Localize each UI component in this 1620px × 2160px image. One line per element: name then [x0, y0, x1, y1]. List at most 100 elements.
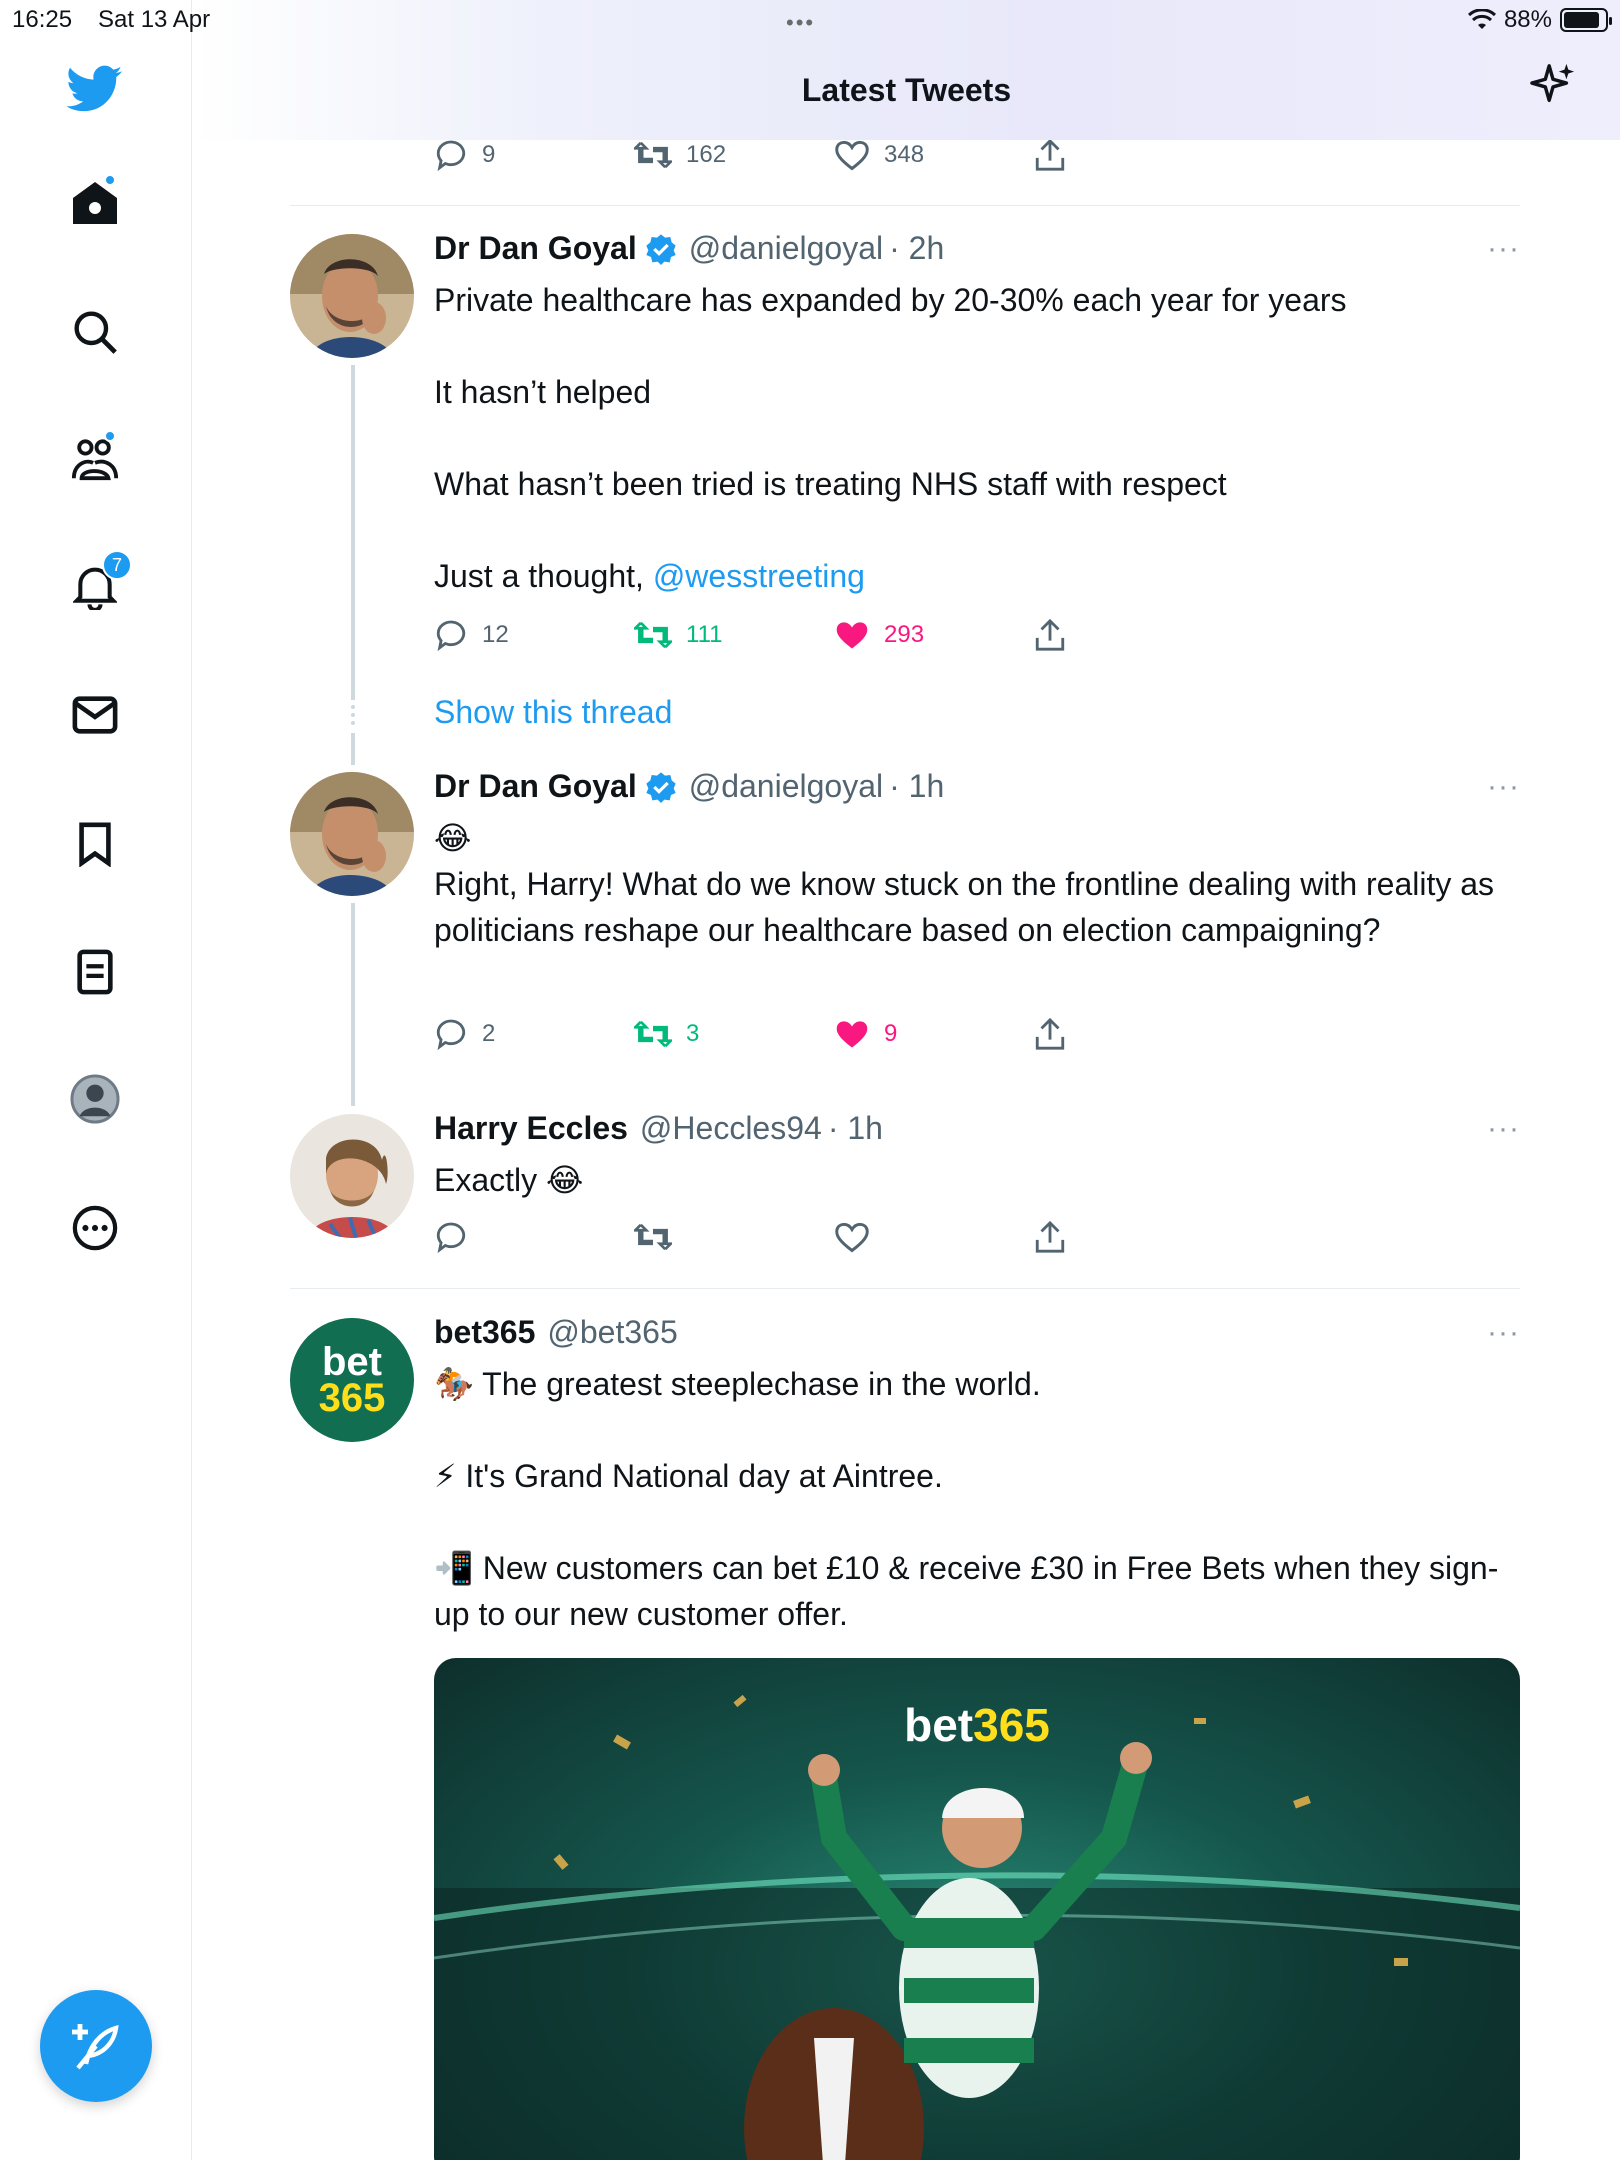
- reply-icon: [436, 620, 466, 652]
- tweet-line: Private healthcare has expanded by 20-30…: [434, 282, 1347, 318]
- share-icon: [1035, 138, 1065, 171]
- avatar-logo-number: 365: [318, 1376, 386, 1420]
- share-icon: [1035, 618, 1065, 651]
- tweet-body: Right, Harry! What do we know stuck on t…: [434, 866, 1495, 948]
- tweet-line: Just a thought,: [434, 558, 653, 594]
- share-button[interactable]: [1034, 1017, 1066, 1051]
- status-right: 88%: [1467, 6, 1612, 34]
- like-count: 9: [884, 1020, 898, 1047]
- tweet-text: Private healthcare has expanded by 20-30…: [434, 277, 1514, 599]
- timeline: 9 162 348 Dr Dan Goyal @danielgoyal · 2h…: [290, 0, 1520, 2160]
- more-options-icon[interactable]: ···: [1487, 1316, 1520, 1350]
- home-icon[interactable]: [66, 174, 124, 232]
- more-options-icon[interactable]: ···: [1487, 1112, 1520, 1146]
- like-button[interactable]: 293: [834, 618, 924, 652]
- wifi-icon: [1467, 9, 1496, 29]
- reply-count: 2: [482, 1020, 496, 1047]
- tweet-text: 😂 Right, Harry! What do we know stuck on…: [434, 815, 1514, 953]
- reply-button[interactable]: [434, 1220, 468, 1254]
- home-new-dot: [104, 174, 116, 186]
- ad-logo-text: bet: [904, 1699, 974, 1751]
- reply-button[interactable]: 12: [434, 618, 509, 652]
- communities-new-dot: [104, 430, 116, 442]
- battery-icon: [1560, 8, 1612, 32]
- retweet-count: 111: [686, 621, 723, 648]
- tweet-header: Harry Eccles @Heccles94 · 1h: [434, 1110, 883, 1147]
- reply-icon: [436, 140, 466, 172]
- avatar[interactable]: [290, 1114, 414, 1238]
- author-name[interactable]: Dr Dan Goyal: [434, 768, 637, 805]
- tweet-time: · 1h: [889, 768, 945, 804]
- tweet-body: Exactly 😂: [434, 1162, 584, 1198]
- divider: [290, 1288, 1520, 1289]
- notifications-icon[interactable]: 7: [66, 550, 132, 616]
- author-name[interactable]: bet365: [434, 1314, 535, 1351]
- reply-icon: [436, 1222, 466, 1254]
- mention-link[interactable]: @wesstreeting: [653, 558, 865, 594]
- retweet-icon: [634, 621, 672, 649]
- share-button[interactable]: [1034, 618, 1066, 652]
- thread-line: [351, 733, 355, 765]
- avatar-logo-text: bet: [322, 1340, 382, 1384]
- compose-tweet-button[interactable]: [40, 1990, 152, 2102]
- sparkle-icon[interactable]: [1530, 62, 1576, 108]
- tweet-header: Dr Dan Goyal @danielgoyal · 1h: [434, 768, 944, 805]
- multitasking-dots[interactable]: •••: [786, 10, 815, 36]
- retweet-button[interactable]: [634, 1220, 672, 1254]
- share-button[interactable]: [1034, 138, 1066, 172]
- twitter-logo-icon[interactable]: [66, 60, 124, 118]
- more-options-icon[interactable]: ···: [1487, 232, 1520, 266]
- reply-button[interactable]: 9: [434, 138, 495, 172]
- battery-percent: 88%: [1503, 6, 1552, 33]
- tweet-line-mention: Just a thought, @wesstreeting: [434, 553, 1514, 599]
- lists-icon[interactable]: [66, 943, 124, 1001]
- retweet-icon: [634, 1223, 672, 1251]
- author-handle[interactable]: @Heccles94: [640, 1110, 822, 1147]
- tweet-time: · 2h: [889, 230, 945, 266]
- tweet-emoji: 😂: [434, 819, 472, 857]
- like-count: 293: [884, 621, 925, 648]
- heart-filled-icon: [836, 622, 868, 649]
- ad-logo-number: 365: [973, 1699, 1050, 1751]
- ad-image[interactable]: bet365: [434, 1658, 1520, 2160]
- heart-filled-icon: [836, 1021, 868, 1048]
- show-thread-link[interactable]: Show this thread: [434, 694, 672, 731]
- like-button[interactable]: 348: [834, 138, 924, 172]
- more-icon[interactable]: [66, 1199, 124, 1257]
- heart-icon: [835, 1222, 869, 1253]
- retweet-button[interactable]: 162: [634, 138, 726, 172]
- bookmarks-icon[interactable]: [66, 815, 124, 873]
- avatar[interactable]: [290, 772, 414, 896]
- status-date: Sat 13 Apr: [98, 6, 211, 33]
- messages-icon[interactable]: [66, 686, 124, 744]
- tweet-time: · 1h: [827, 1110, 883, 1146]
- verified-badge-icon: [646, 233, 676, 265]
- compose-feather-icon: [72, 2024, 119, 2070]
- avatar[interactable]: [290, 234, 414, 358]
- tweet-header: bet365 @bet365: [434, 1314, 678, 1351]
- retweet-button[interactable]: 111: [634, 618, 722, 652]
- author-name[interactable]: Dr Dan Goyal: [434, 230, 637, 267]
- author-name[interactable]: Harry Eccles: [434, 1110, 628, 1147]
- retweet-button[interactable]: 3: [634, 1017, 699, 1051]
- like-button[interactable]: [834, 1220, 870, 1254]
- retweet-count: 3: [686, 1020, 700, 1047]
- author-handle[interactable]: @danielgoyal: [689, 230, 883, 267]
- reply-count: 9: [482, 141, 496, 168]
- tweet-header: Dr Dan Goyal @danielgoyal · 2h: [434, 230, 944, 267]
- communities-icon[interactable]: [66, 430, 124, 488]
- tweet-actions: 12 111 293: [434, 618, 1134, 658]
- retweet-count: 162: [686, 141, 727, 168]
- reply-button[interactable]: 2: [434, 1017, 495, 1051]
- notifications-badge: 7: [102, 550, 132, 580]
- tweet-line: What hasn’t been tried is treating NHS s…: [434, 466, 1227, 502]
- bet365-avatar[interactable]: bet 365: [290, 1318, 414, 1442]
- author-handle[interactable]: @danielgoyal: [689, 768, 883, 805]
- profile-icon[interactable]: [66, 1070, 124, 1128]
- author-handle[interactable]: @bet365: [547, 1314, 677, 1351]
- search-icon[interactable]: [66, 303, 124, 361]
- like-button[interactable]: 9: [834, 1017, 897, 1051]
- more-options-icon[interactable]: ···: [1487, 770, 1520, 804]
- share-button[interactable]: [1034, 1220, 1066, 1254]
- status-time: 16:25: [12, 6, 73, 33]
